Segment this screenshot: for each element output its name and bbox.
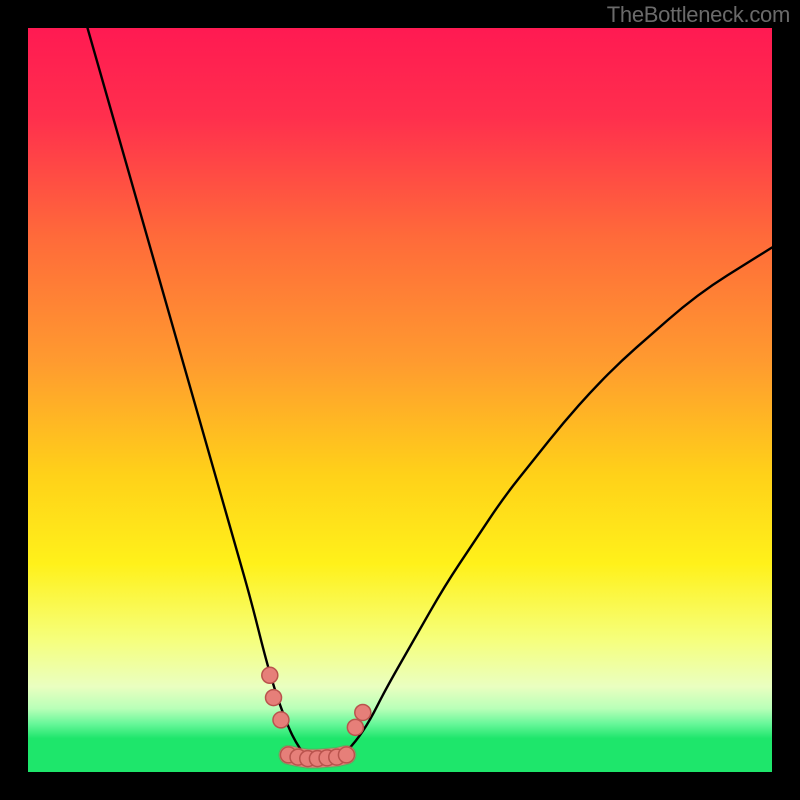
chart-frame: TheBottleneck.com bbox=[0, 0, 800, 800]
plot-area bbox=[28, 28, 772, 772]
trough-markers bbox=[262, 667, 371, 766]
trough-marker bbox=[273, 712, 289, 728]
trough-marker bbox=[266, 690, 282, 706]
left-curve bbox=[88, 28, 311, 757]
trough-marker bbox=[262, 667, 278, 683]
curves-layer bbox=[28, 28, 772, 772]
trough-marker bbox=[355, 704, 371, 720]
right-curve bbox=[340, 247, 772, 757]
watermark-text: TheBottleneck.com bbox=[607, 2, 790, 28]
trough-marker bbox=[347, 719, 363, 735]
trough-marker bbox=[338, 747, 354, 763]
